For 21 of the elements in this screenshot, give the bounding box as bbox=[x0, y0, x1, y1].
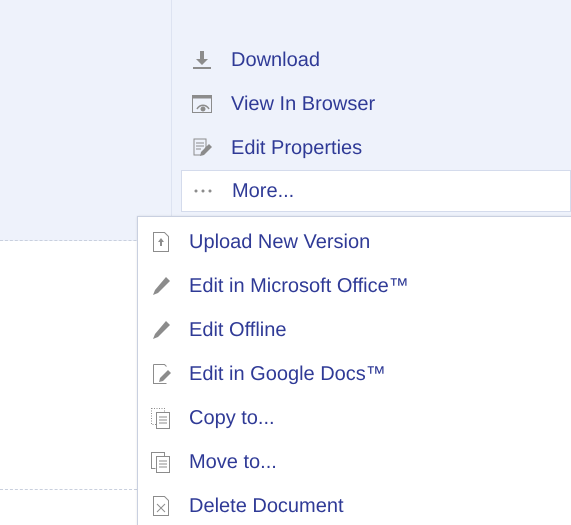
download-icon bbox=[191, 49, 213, 71]
menu-item[interactable]: Delete Document bbox=[150, 484, 571, 525]
more-button[interactable]: More... bbox=[181, 170, 571, 212]
menu-item[interactable]: Edit in Google Docs™ bbox=[150, 352, 571, 396]
action-link[interactable]: Edit Properties bbox=[181, 126, 571, 170]
menu-item[interactable]: Move to... bbox=[150, 440, 571, 484]
pencil-icon bbox=[150, 275, 172, 297]
menu-item[interactable]: Upload New Version bbox=[150, 220, 571, 264]
menu-item[interactable]: Edit in Microsoft Office™ bbox=[150, 264, 571, 308]
copy-document-icon bbox=[150, 407, 172, 429]
document-pencil-icon bbox=[191, 137, 213, 159]
menu-item[interactable]: Copy to... bbox=[150, 396, 571, 440]
document-pencil-icon bbox=[150, 363, 172, 385]
action-link[interactable]: Download bbox=[181, 38, 571, 82]
pencil-icon bbox=[150, 319, 172, 341]
browser-eye-icon bbox=[191, 93, 213, 115]
upload-document-icon bbox=[150, 231, 172, 253]
menu-item[interactable]: Edit Offline bbox=[150, 308, 571, 352]
delete-document-icon bbox=[150, 495, 172, 517]
move-document-icon bbox=[150, 451, 172, 473]
action-link[interactable]: View In Browser bbox=[181, 82, 571, 126]
